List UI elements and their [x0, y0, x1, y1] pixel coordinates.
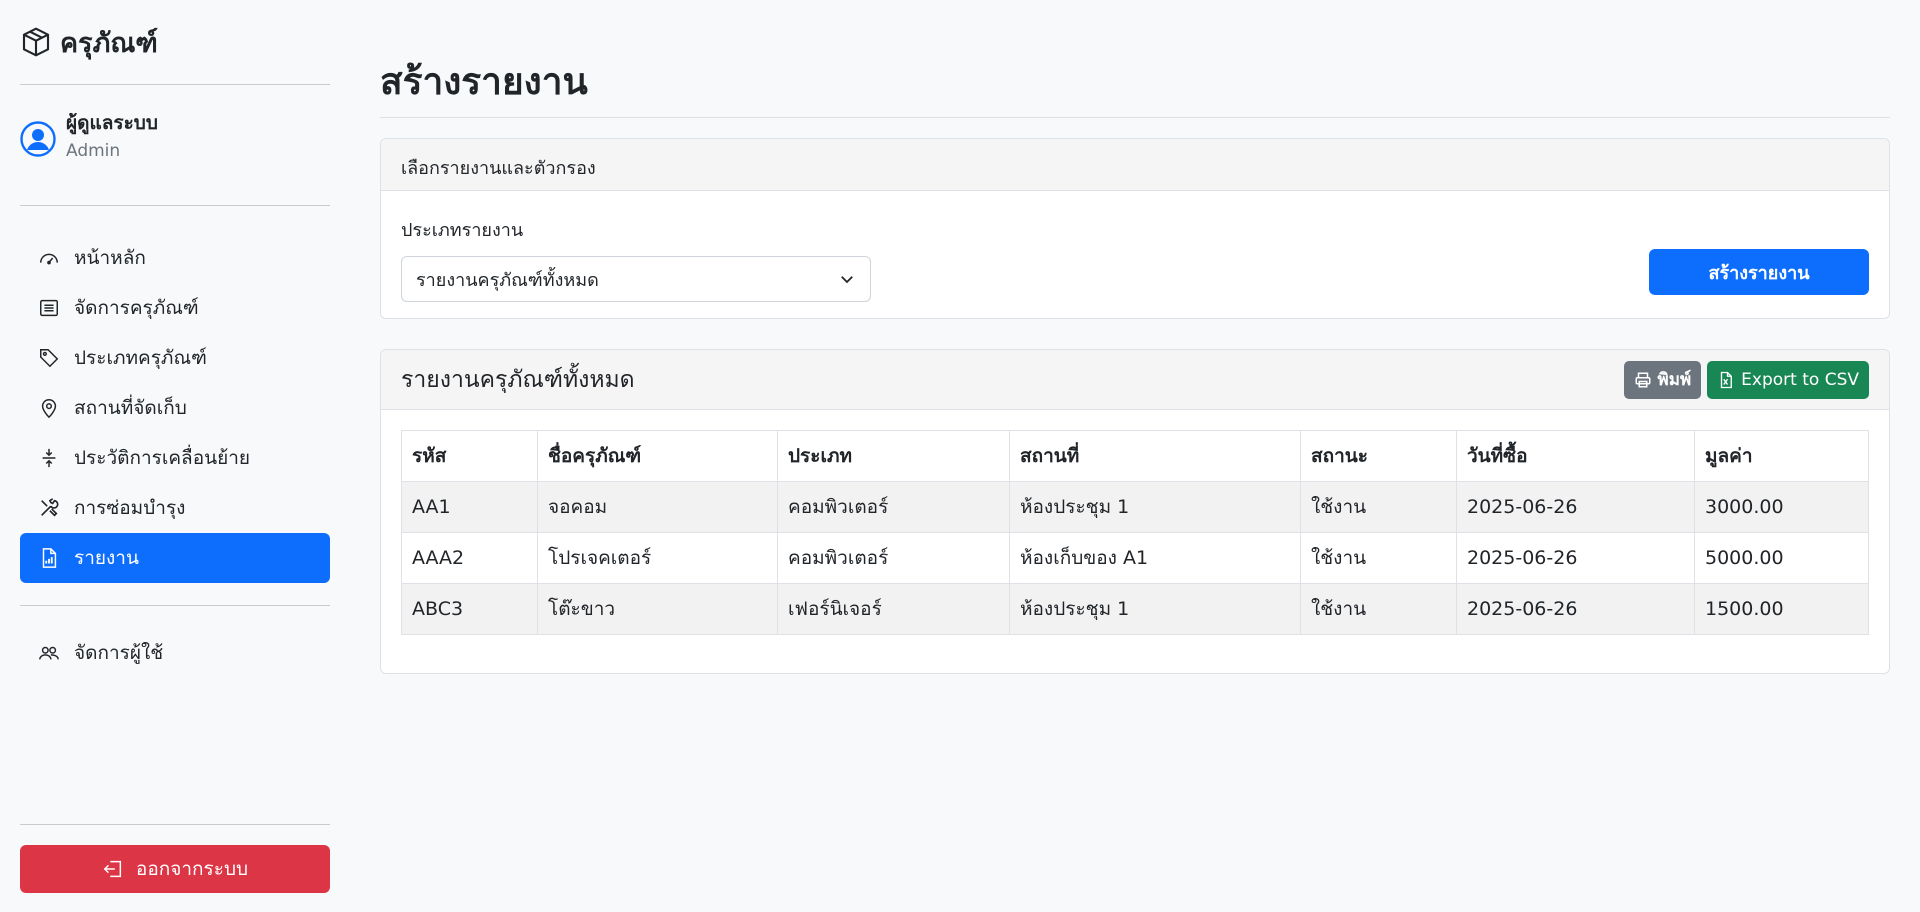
table-row: AA1 จอคอม คอมพิวเตอร์ ห้องประชุม 1 ใช้งา… — [401, 481, 1869, 533]
cell-name: โปรเจคเตอร์ — [537, 532, 778, 584]
cell-status: ใช้งาน — [1300, 532, 1457, 584]
report-table: รหัส ชื่อครุภัณฑ์ ประเภท สถานที่ สถานะ ว… — [401, 430, 1869, 635]
cell-status: ใช้งาน — [1300, 583, 1457, 635]
cell-purchase-date: 2025-06-26 — [1456, 583, 1695, 635]
sidebar-item-reports[interactable]: รายงาน — [20, 533, 330, 583]
cell-category: คอมพิวเตอร์ — [777, 481, 1010, 533]
sidebar-item-label: การซ่อมบำรุง — [74, 497, 186, 519]
arrows-vertical-icon — [42, 448, 56, 468]
sidebar-item-categories[interactable]: ประเภทครุภัณฑ์ — [20, 333, 330, 383]
sidebar-item-label: หน้าหลัก — [74, 247, 146, 269]
sidebar-item-assets[interactable]: จัดการครุภัณฑ์ — [20, 283, 330, 333]
speedometer-icon — [40, 253, 58, 265]
report-card: รายงานครุภัณฑ์ทั้งหมด พิมพ์ Export to CS… — [380, 349, 1890, 674]
logout-label: ออกจากระบบ — [135, 858, 249, 880]
sidebar-item-locations[interactable]: สถานที่จัดเก็บ — [20, 383, 330, 433]
sidebar-item-label: ประเภทครุภัณฑ์ — [74, 347, 207, 369]
user-role: Admin — [66, 141, 121, 161]
cell-purchase-date: 2025-06-26 — [1456, 532, 1695, 584]
cell-category: เฟอร์นิเจอร์ — [777, 583, 1010, 635]
cell-name: จอคอม — [537, 481, 778, 533]
brand-title: ครุภัณฑ์ — [60, 27, 158, 59]
user-profile: ผู้ดูแลระบบ Admin — [20, 85, 330, 206]
cell-location: ห้องประชุม 1 — [1009, 583, 1301, 635]
cell-code: ABC3 — [401, 583, 538, 635]
table-row: ABC3 โต๊ะขาว เฟอร์นิเจอร์ ห้องประชุม 1 ใ… — [401, 583, 1869, 635]
sidebar-item-label: ประวัติการเคลื่อนย้าย — [74, 447, 251, 469]
export-csv-button[interactable]: Export to CSV — [1707, 360, 1869, 399]
cell-location: ห้องเก็บของ A1 — [1009, 532, 1301, 584]
cell-value: 5000.00 — [1694, 532, 1869, 584]
page-title: สร้างรายงาน — [380, 0, 1890, 118]
nav-divider — [20, 605, 330, 606]
column-header: รหัส — [401, 430, 538, 482]
list-icon — [40, 299, 58, 317]
user-name: ผู้ดูแลระบบ — [66, 112, 158, 134]
sidebar-item-label: จัดการผู้ใช้ — [74, 642, 164, 664]
people-icon — [39, 646, 59, 660]
cell-location: ห้องประชุม 1 — [1009, 481, 1301, 533]
filter-card-body: ประเภทรายงาน รายงานครุภัณฑ์ทั้งหมด สร้าง… — [381, 191, 1889, 318]
export-csv-label: Export to CSV — [1741, 369, 1859, 390]
table-row: AAA2 โปรเจคเตอร์ คอมพิวเตอร์ ห้องเก็บของ… — [401, 532, 1869, 584]
sidebar-item-label: จัดการครุภัณฑ์ — [74, 297, 199, 319]
column-header: ประเภท — [777, 430, 1010, 482]
report-card-body: รหัส ชื่อครุภัณฑ์ ประเภท สถานที่ สถานะ ว… — [381, 410, 1889, 673]
report-type-label: ประเภทรายงาน — [401, 220, 524, 241]
cell-purchase-date: 2025-06-26 — [1456, 481, 1695, 533]
cell-code: AA1 — [401, 481, 538, 533]
report-type-select[interactable]: รายงานครุภัณฑ์ทั้งหมด — [401, 256, 871, 302]
sidebar-item-home[interactable]: หน้าหลัก — [20, 233, 330, 283]
filter-card-header: เลือกรายงานและตัวกรอง — [381, 139, 1889, 191]
cell-code: AAA2 — [401, 532, 538, 584]
printer-icon — [1635, 372, 1651, 387]
cell-category: คอมพิวเตอร์ — [777, 532, 1010, 584]
report-file-icon — [42, 548, 57, 568]
sidebar-item-label: รายงาน — [74, 547, 139, 569]
logout-icon — [103, 860, 121, 878]
box-icon — [22, 27, 50, 57]
sidebar-item-users[interactable]: จัดการผู้ใช้ — [20, 628, 330, 678]
report-title: รายงานครุภัณฑ์ทั้งหมด — [401, 366, 635, 393]
report-type-value: รายงานครุภัณฑ์ทั้งหมด — [416, 269, 599, 291]
column-header: วันที่ซื้อ — [1456, 430, 1695, 482]
sidebar-bottom-divider — [20, 824, 330, 825]
report-actions: พิมพ์ Export to CSV — [1623, 360, 1869, 399]
cell-status: ใช้งาน — [1300, 481, 1457, 533]
column-header: มูลค่า — [1694, 430, 1869, 482]
sidebar-item-maintenance[interactable]: การซ่อมบำรุง — [20, 483, 330, 533]
sidebar-item-label: สถานที่จัดเก็บ — [74, 397, 187, 419]
chevron-down-icon — [841, 276, 853, 284]
person-circle-icon — [20, 121, 56, 157]
filter-card: เลือกรายงานและตัวกรอง ประเภทรายงาน รายงา… — [380, 138, 1890, 319]
column-header: สถานที่ — [1009, 430, 1301, 482]
print-button[interactable]: พิมพ์ — [1623, 360, 1702, 399]
cell-value: 3000.00 — [1694, 481, 1869, 533]
cell-name: โต๊ะขาว — [537, 583, 778, 635]
print-label: พิมพ์ — [1657, 370, 1692, 390]
sidebar: ครุภัณฑ์ ผู้ดูแลระบบ Admin หน้าหลัก จัดก… — [0, 0, 350, 912]
tools-icon — [41, 498, 59, 517]
tags-icon — [40, 349, 59, 368]
brand[interactable]: ครุภัณฑ์ — [20, 0, 330, 85]
main-content: สร้างรายงาน เลือกรายงานและตัวกรอง ประเภท… — [380, 0, 1890, 674]
logout-button[interactable]: ออกจากระบบ — [20, 845, 330, 893]
cell-value: 1500.00 — [1694, 583, 1869, 635]
column-header: สถานะ — [1300, 430, 1457, 482]
column-header: ชื่อครุภัณฑ์ — [537, 430, 778, 482]
geo-pin-icon — [41, 399, 57, 419]
generate-report-button[interactable]: สร้างรายงาน — [1649, 249, 1869, 295]
sidebar-item-movements[interactable]: ประวัติการเคลื่อนย้าย — [20, 433, 330, 483]
report-card-header: รายงานครุภัณฑ์ทั้งหมด พิมพ์ Export to CS… — [381, 350, 1889, 410]
table-header-row: รหัส ชื่อครุภัณฑ์ ประเภท สถานที่ สถานะ ว… — [401, 430, 1869, 482]
file-excel-icon — [1720, 371, 1733, 388]
sidebar-nav: หน้าหลัก จัดการครุภัณฑ์ ประเภทครุภัณฑ์ ส… — [20, 206, 330, 678]
